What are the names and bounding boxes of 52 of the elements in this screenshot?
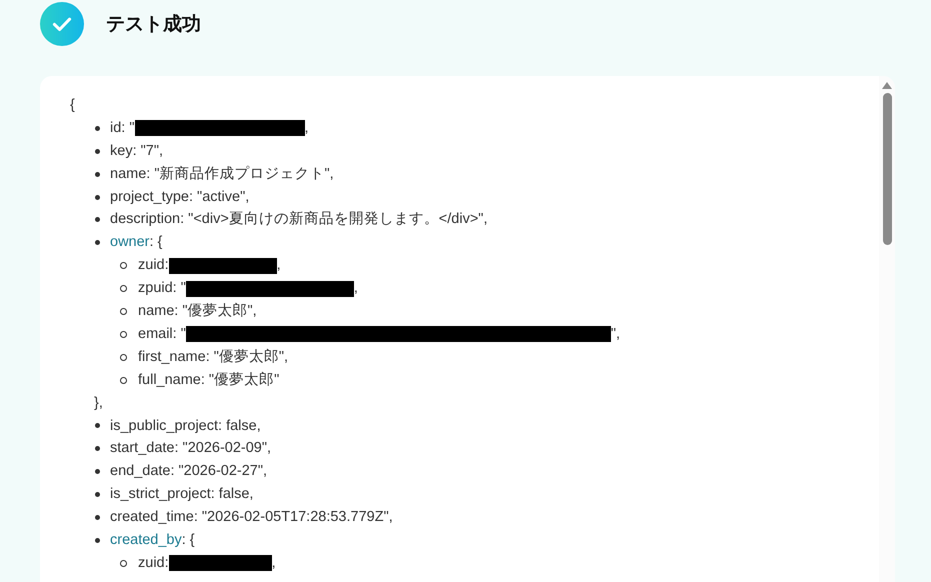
json-punctuation: : {	[150, 233, 162, 252]
json-field: full_name: "優夢太郎"	[138, 368, 280, 392]
json-field: zuid:	[138, 254, 169, 278]
circle-bullet-icon	[120, 308, 127, 315]
scrollbar[interactable]	[879, 76, 895, 582]
bullet-icon	[95, 469, 100, 474]
bullet-icon	[95, 423, 100, 428]
json-punctuation: ,	[304, 118, 309, 138]
circle-bullet-icon	[120, 330, 127, 338]
json-object-key[interactable]: created_by	[110, 528, 182, 552]
json-field: description: "<div>夏向けの新商品を開発します。</div>",	[110, 208, 488, 232]
json-field: created_time: "2026-02-05T17:28:53.779Z",	[110, 506, 393, 529]
bullet-icon	[95, 515, 100, 520]
scrollbar-thumb[interactable]	[882, 93, 892, 245]
json-punctuation: ,	[354, 279, 358, 298]
circle-bullet-icon	[120, 354, 127, 361]
json-field: name: "優夢太郎",	[138, 300, 257, 323]
json-field: is_public_project: false,	[110, 414, 261, 438]
json-brace: {	[70, 96, 75, 115]
scroll-up-icon[interactable]	[882, 82, 892, 89]
bullet-icon	[95, 172, 100, 177]
bullet-icon	[95, 240, 100, 246]
json-punctuation: : {	[182, 530, 195, 550]
circle-bullet-icon	[120, 262, 127, 270]
json-field: project_type: "active",	[110, 186, 250, 208]
json-field: end_date: "2026-02-27",	[110, 460, 268, 484]
json-field: key: "7",	[110, 140, 164, 163]
json-field: first_name: "優夢太郎",	[138, 346, 288, 369]
check-circle-icon	[40, 2, 84, 46]
bullet-icon	[95, 126, 100, 131]
json-field: zpuid: "	[138, 277, 186, 300]
circle-bullet-icon	[120, 560, 127, 567]
json-punctuation: ",	[610, 324, 620, 344]
json-punctuation: ,	[272, 554, 276, 573]
json-punctuation: ,	[276, 256, 281, 276]
circle-bullet-icon	[120, 376, 127, 384]
json-field: id: "	[110, 116, 134, 140]
json-field: email: "	[138, 322, 186, 346]
status-title: テスト成功	[106, 13, 201, 37]
json-object-key[interactable]: owner	[110, 231, 150, 254]
bullet-icon	[95, 194, 100, 200]
bullet-icon	[95, 217, 100, 222]
json-field: zuid:	[138, 552, 169, 575]
json-field: is_strict_project: false,	[110, 483, 254, 506]
json-field: name: "新商品作成プロジェクト",	[110, 162, 334, 186]
bullet-icon	[95, 148, 100, 154]
bullet-icon	[95, 538, 100, 543]
circle-bullet-icon	[120, 285, 127, 292]
json-brace: },	[94, 394, 103, 413]
bullet-icon	[95, 446, 100, 452]
json-field: start_date: "2026-02-09",	[110, 437, 272, 460]
bullet-icon	[95, 492, 100, 498]
